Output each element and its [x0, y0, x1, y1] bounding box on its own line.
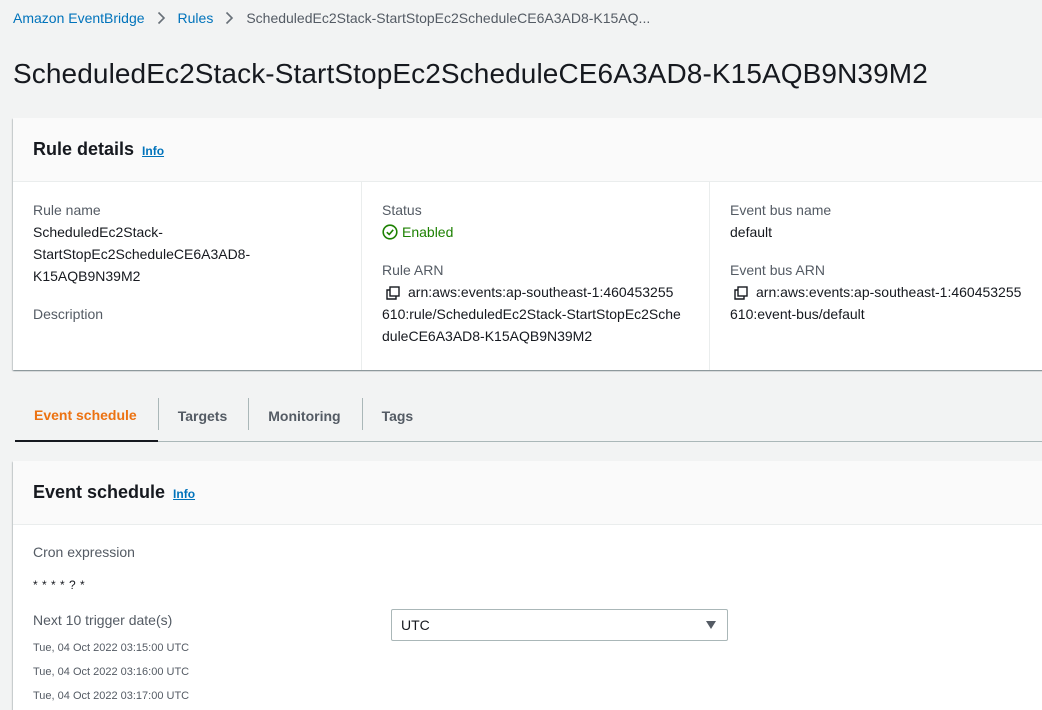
- page-title: ScheduledEc2Stack-StartStopEc2ScheduleCE…: [13, 58, 928, 89]
- rule-arn-value: arn:aws:events:ap-southeast-1:460453255 …: [382, 281, 709, 347]
- rule-name-line: ScheduledEc2Stack-: [33, 224, 163, 240]
- trigger-date: Tue, 04 Oct 2022 03:17:00 UTC: [33, 690, 190, 702]
- rule-details-info-link[interactable]: Info: [142, 144, 164, 158]
- description-label: Description: [33, 306, 104, 322]
- event-bus-arn-label: Event bus ARN: [730, 262, 825, 278]
- event-schedule-panel: Event schedule Info Cron expression * * …: [13, 461, 1042, 710]
- breadcrumb-current: ScheduledEc2Stack-StartStopEc2ScheduleCE…: [246, 10, 651, 26]
- timezone-select[interactable]: UTC: [391, 609, 728, 641]
- tab-bar: Event schedule Targets Monitoring Tags: [15, 390, 1042, 442]
- event-bus-arn-value: arn:aws:events:ap-southeast-1:460453255 …: [730, 281, 1042, 325]
- trigger-date: Tue, 04 Oct 2022 03:15:00 UTC: [33, 642, 190, 654]
- status-badge: Enabled: [382, 221, 709, 243]
- chevron-right-icon: [225, 11, 234, 25]
- event-bus-arn-line: arn:aws:events:ap-southeast-1:460453255: [756, 284, 1022, 300]
- event-schedule-info-link[interactable]: Info: [173, 487, 195, 501]
- check-circle-icon: [382, 224, 398, 240]
- event-schedule-title: Event schedule: [33, 482, 166, 502]
- caret-down-icon: [706, 621, 716, 629]
- rule-name-label: Rule name: [33, 202, 101, 218]
- trigger-date: Tue, 04 Oct 2022 03:16:00 UTC: [33, 666, 190, 678]
- timezone-selected-value: UTC: [401, 617, 430, 633]
- rule-details-panel: Rule details Info Rule name ScheduledEc2…: [13, 118, 1042, 370]
- rule-details-title: Rule details: [33, 139, 135, 159]
- status-value: Enabled: [402, 224, 454, 240]
- rule-name-line: StartStopEc2ScheduleCE6A3AD8-: [33, 246, 251, 262]
- rule-name-value: ScheduledEc2Stack- StartStopEc2ScheduleC…: [33, 221, 363, 287]
- status-column: Status Enabled Rule ARN arn:aws:events:a…: [361, 182, 709, 370]
- breadcrumb-eventbridge-link[interactable]: Amazon EventBridge: [13, 10, 145, 26]
- breadcrumb-rules-link[interactable]: Rules: [178, 10, 214, 26]
- tab-event-schedule[interactable]: Event schedule: [15, 390, 158, 442]
- event-bus-name-value: default: [730, 224, 773, 240]
- next-trigger-label: Next 10 trigger date(s): [33, 612, 173, 628]
- event-bus-column: Event bus name default Event bus ARN arn…: [709, 182, 1042, 370]
- tab-targets[interactable]: Targets: [159, 390, 249, 441]
- rule-arn-line: duleCE6A3AD8-K15AQB9N39M2: [382, 328, 593, 344]
- rule-name-line: K15AQB9N39M2: [33, 268, 141, 284]
- event-schedule-header: Event schedule Info: [13, 461, 1042, 525]
- event-bus-arn-line: 610:event-bus/default: [730, 306, 865, 322]
- event-bus-name-label: Event bus name: [730, 202, 832, 218]
- chevron-right-icon: [157, 11, 166, 25]
- rule-arn-line: 610:rule/ScheduledEc2Stack-StartStopEc2S…: [382, 306, 681, 322]
- rule-details-header: Rule details Info: [13, 118, 1042, 182]
- rule-name-column: Rule name ScheduledEc2Stack- StartStopEc…: [33, 182, 363, 370]
- cron-expression-label: Cron expression: [33, 544, 135, 560]
- rule-arn-line: arn:aws:events:ap-southeast-1:460453255: [408, 284, 674, 300]
- status-label: Status: [382, 202, 422, 218]
- tab-monitoring[interactable]: Monitoring: [249, 390, 361, 441]
- cron-expression-value: * * * * ? *: [33, 578, 86, 592]
- trigger-date-list: Tue, 04 Oct 2022 03:15:00 UTC Tue, 04 Oc…: [33, 636, 189, 708]
- tab-tags[interactable]: Tags: [363, 390, 435, 441]
- rule-arn-label: Rule ARN: [382, 262, 444, 278]
- breadcrumb: Amazon EventBridge Rules ScheduledEc2Sta…: [13, 9, 650, 27]
